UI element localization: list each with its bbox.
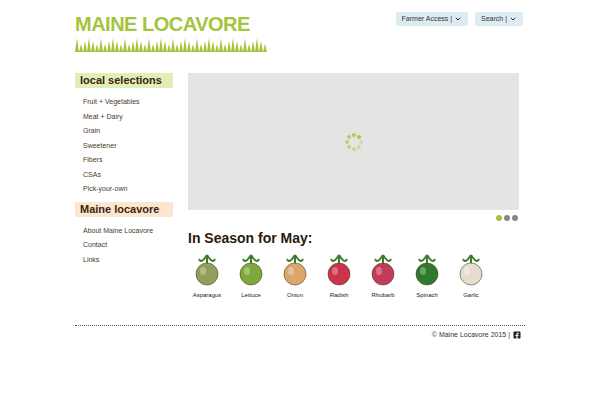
chevron-icon bbox=[454, 15, 462, 23]
vegetable-icon bbox=[321, 251, 357, 287]
vegetable-icon bbox=[453, 251, 489, 287]
vegetable-icon bbox=[409, 251, 445, 287]
produce-item[interactable]: Asparagus bbox=[188, 251, 226, 299]
nav-button[interactable]: Search | bbox=[475, 12, 523, 26]
nav-button[interactable]: Farmer Access | bbox=[396, 12, 468, 26]
slide-dot[interactable] bbox=[496, 215, 502, 221]
produce-item[interactable]: Lettuce bbox=[232, 251, 270, 299]
top-nav: Farmer Access | Search | bbox=[396, 12, 523, 26]
page: MAINE LOCAVORE Farmer Access | Search | loc… bbox=[0, 0, 600, 400]
sidebar: local selections Fruit + VegetablesMeat +… bbox=[75, 73, 173, 299]
sidebar-item[interactable]: CSAs bbox=[83, 168, 173, 183]
sidebar-heading: Maine locavore bbox=[75, 202, 173, 217]
vegetable-icon bbox=[277, 251, 313, 287]
produce-list: AsparagusLettuceOnionRadishRhubarbSpinac… bbox=[188, 251, 519, 299]
footer: © Maine Locavore 2015 | bbox=[75, 325, 525, 341]
slide-dot[interactable] bbox=[504, 215, 510, 221]
loading-spinner-icon bbox=[343, 131, 365, 153]
sidebar-section: Maine locavore About Maine LocavoreContac… bbox=[75, 202, 173, 268]
produce-item[interactable]: Garlic bbox=[452, 251, 490, 299]
container: MAINE LOCAVORE Farmer Access | Search | loc… bbox=[75, 0, 525, 341]
produce-item[interactable]: Radish bbox=[320, 251, 358, 299]
vegetable-icon bbox=[189, 251, 225, 287]
chevron-icon bbox=[509, 15, 517, 23]
slide-dots bbox=[188, 215, 519, 221]
main: In Season for May:AsparagusLettuceOnionR… bbox=[188, 73, 519, 299]
logo: MAINE LOCAVORE bbox=[75, 12, 267, 52]
sidebar-item[interactable]: Fruit + Vegetables bbox=[83, 95, 173, 110]
slide-dot[interactable] bbox=[512, 215, 518, 221]
produce-item[interactable]: Spinach bbox=[408, 251, 446, 299]
sidebar-item[interactable]: Meat + Dairy bbox=[83, 110, 173, 125]
sidebar-item[interactable]: Contact bbox=[83, 238, 173, 253]
body: local selections Fruit + VegetablesMeat +… bbox=[75, 73, 525, 299]
produce-item[interactable]: Rhubarb bbox=[364, 251, 402, 299]
header: MAINE LOCAVORE Farmer Access | Search | bbox=[75, 12, 525, 52]
facebook-icon[interactable] bbox=[513, 331, 521, 339]
sidebar-item[interactable]: About Maine Locavore bbox=[83, 224, 173, 239]
vegetable-icon bbox=[365, 251, 401, 287]
produce-item[interactable]: Onion bbox=[276, 251, 314, 299]
in-season-title: In Season for May: bbox=[188, 229, 519, 247]
slideshow bbox=[188, 73, 519, 210]
sidebar-item[interactable]: Fibers bbox=[83, 153, 173, 168]
sidebar-section: local selections Fruit + VegetablesMeat +… bbox=[75, 73, 173, 197]
grass-icon bbox=[75, 36, 267, 52]
sidebar-item[interactable]: Pick-your-own bbox=[83, 182, 173, 197]
sidebar-item[interactable]: Links bbox=[83, 253, 173, 268]
sidebar-item[interactable]: Sweetener bbox=[83, 139, 173, 154]
sidebar-heading: local selections bbox=[75, 73, 173, 88]
sidebar-item[interactable]: Grain bbox=[83, 124, 173, 139]
vegetable-icon bbox=[233, 251, 269, 287]
